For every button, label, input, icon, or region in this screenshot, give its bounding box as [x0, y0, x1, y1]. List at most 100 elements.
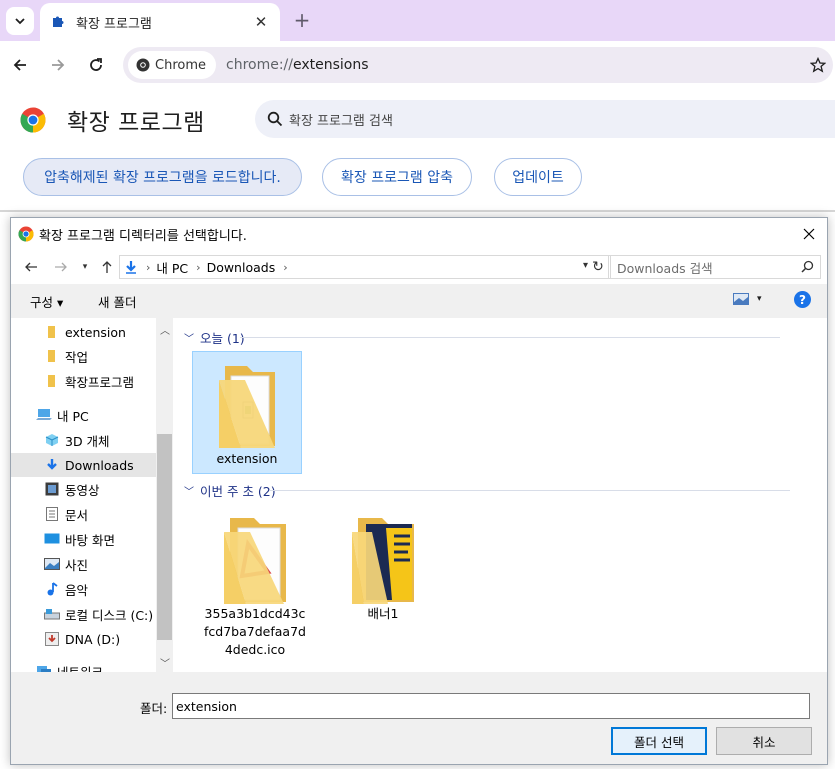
- folder-with-image-icon: [224, 518, 286, 604]
- tab-search-button[interactable]: [6, 7, 34, 35]
- tab-title: 확장 프로그램: [76, 16, 152, 32]
- nav-item-downloads[interactable]: Downloads: [11, 453, 156, 477]
- new-folder-button[interactable]: 새 폴더: [98, 292, 136, 311]
- folder-name-input[interactable]: [172, 693, 810, 719]
- back-button[interactable]: [8, 53, 32, 77]
- view-options-button[interactable]: ▾: [733, 293, 762, 305]
- puzzle-piece-icon: [53, 16, 64, 27]
- nav-item-label: 확장프로그램: [65, 374, 135, 390]
- nav-item-pictures[interactable]: 사진: [11, 552, 156, 576]
- 3d-objects-icon: [44, 432, 60, 448]
- nav-item-label: 사진: [65, 557, 89, 573]
- group-rule: [240, 337, 780, 338]
- group-header-today[interactable]: ﹀ 오늘 (1): [184, 328, 780, 346]
- nav-item-label: 네트워크: [57, 664, 104, 673]
- nav-item-label: extension: [65, 324, 126, 340]
- dialog-search-placeholder: Downloads 검색: [617, 260, 713, 276]
- nav-item-network[interactable]: 네트워크: [11, 659, 156, 672]
- nav-item-label: 바탕 화면: [65, 532, 115, 548]
- file-item-extension[interactable]: extension: [192, 351, 302, 474]
- nav-item-local-disk-c[interactable]: 로컬 디스크 (C:): [11, 602, 156, 626]
- nav-item-documents[interactable]: 문서: [11, 502, 156, 526]
- site-chip-label: Chrome: [155, 57, 206, 73]
- nav-scroll-thumb[interactable]: [157, 434, 172, 640]
- reload-icon: [90, 58, 102, 71]
- chrome-logo-icon: [20, 107, 46, 133]
- search-icon: [801, 260, 814, 273]
- extensions-search-input[interactable]: 확장 프로그램 검색: [255, 100, 835, 138]
- drive-icon: [44, 606, 60, 622]
- collapse-chevron-icon: ﹀: [184, 333, 194, 345]
- nav-item-work[interactable]: 작업: [11, 344, 156, 368]
- file-item-banner1[interactable]: 배너1: [328, 514, 438, 624]
- reload-button[interactable]: [84, 53, 108, 77]
- address-bar[interactable]: Chrome chrome://extensions: [123, 47, 833, 83]
- update-button[interactable]: 업데이트: [494, 158, 582, 196]
- nav-item-desktop[interactable]: 바탕 화면: [11, 527, 156, 551]
- refresh-icon[interactable]: ↻: [589, 258, 607, 276]
- forward-arrow-icon: [52, 59, 65, 71]
- network-icon: [36, 663, 52, 672]
- breadcrumb-separator-icon: ›: [283, 260, 288, 274]
- dialog-footer: 폴더: 폴더 선택 취소: [11, 672, 827, 764]
- cancel-button[interactable]: 취소: [716, 727, 812, 755]
- navigation-pane: extension 작업 확장프로그램 내 PC 3D 개체 Downloads…: [11, 318, 173, 672]
- folder-icon: [44, 373, 60, 389]
- dialog-breadcrumb[interactable]: › 내 PC › Downloads › ▾ ↻: [119, 255, 611, 279]
- nav-scrollbar[interactable]: ︿ ﹀: [156, 318, 173, 672]
- close-tab-icon[interactable]: ✕: [252, 13, 270, 31]
- dialog-back-button[interactable]: [21, 257, 41, 277]
- nav-item-extension[interactable]: extension: [11, 320, 156, 344]
- help-icon[interactable]: ?: [794, 291, 811, 308]
- file-item-ico[interactable]: 355a3b1dcd43cfcd7ba7defaa7d4dedc.ico: [200, 514, 310, 664]
- star-icon: [810, 57, 826, 73]
- folder-with-image-icon: [352, 518, 414, 604]
- group-header-label: 이번 주 초 (2): [200, 483, 276, 499]
- load-unpacked-button[interactable]: 압축해제된 확장 프로그램을 로드합니다.: [23, 158, 302, 196]
- bookmark-star-button[interactable]: [803, 57, 833, 73]
- dialog-title: 확장 프로그램 디렉터리를 선택합니다.: [39, 228, 247, 244]
- group-header-this-week[interactable]: ﹀ 이번 주 초 (2): [184, 481, 790, 499]
- breadcrumb-this-pc[interactable]: 내 PC: [156, 258, 188, 277]
- nav-item-label: Downloads: [65, 457, 134, 473]
- nav-item-label: 동영상: [65, 482, 100, 498]
- tab-extensions[interactable]: 확장 프로그램 ✕: [40, 3, 280, 41]
- view-mode-icon: [733, 293, 749, 305]
- page-title: 확장 프로그램: [67, 110, 205, 136]
- breadcrumb-separator-icon: ›: [196, 260, 201, 274]
- recent-locations-button[interactable]: ▾: [78, 257, 92, 277]
- organize-menu[interactable]: 구성 ▾: [30, 292, 63, 311]
- forward-button[interactable]: [46, 53, 70, 77]
- chrome-logo-icon: [18, 226, 34, 242]
- scroll-up-icon[interactable]: ︿: [160, 322, 170, 337]
- new-tab-button[interactable]: +: [290, 8, 314, 32]
- file-name: extension: [216, 451, 278, 466]
- scroll-down-icon[interactable]: ﹀: [160, 655, 170, 670]
- breadcrumb-downloads[interactable]: Downloads: [207, 260, 276, 275]
- nav-item-music[interactable]: 음악: [11, 577, 156, 601]
- nav-item-label: 로컬 디스크 (C:): [65, 607, 154, 623]
- nav-item-label: 내 PC: [57, 408, 89, 424]
- nav-item-extensions-folder[interactable]: 확장프로그램: [11, 369, 156, 393]
- nav-item-3d-objects[interactable]: 3D 개체: [11, 428, 156, 452]
- folder-icon: [44, 348, 60, 364]
- dialog-forward-button[interactable]: [51, 257, 71, 277]
- extensions-action-bar: 압축해제된 확장 프로그램을 로드합니다. 확장 프로그램 압축 업데이트: [0, 149, 835, 211]
- url-text: chrome://extensions: [226, 57, 803, 73]
- dialog-close-button[interactable]: [799, 224, 819, 244]
- tab-strip: 확장 프로그램 ✕ +: [0, 0, 835, 41]
- nav-item-label: 음악: [65, 582, 89, 598]
- nav-item-dna-d[interactable]: DNA (D:): [11, 627, 156, 651]
- dialog-search-input[interactable]: Downloads 검색: [608, 255, 821, 279]
- site-info-chip[interactable]: Chrome: [128, 51, 216, 79]
- address-dropdown-icon[interactable]: ▾: [583, 260, 588, 271]
- up-folder-button[interactable]: [97, 257, 117, 277]
- file-name: 355a3b1dcd43cfcd7ba7defaa7d4dedc.ico: [204, 606, 306, 657]
- select-folder-button[interactable]: 폴더 선택: [611, 727, 707, 755]
- url-host: extensions: [293, 57, 369, 73]
- nav-item-this-pc[interactable]: 내 PC: [11, 403, 156, 427]
- chrome-logo-icon: [136, 58, 150, 72]
- nav-item-videos[interactable]: 동영상: [11, 477, 156, 501]
- music-icon: [44, 581, 60, 597]
- pack-extension-button[interactable]: 확장 프로그램 압축: [322, 158, 472, 196]
